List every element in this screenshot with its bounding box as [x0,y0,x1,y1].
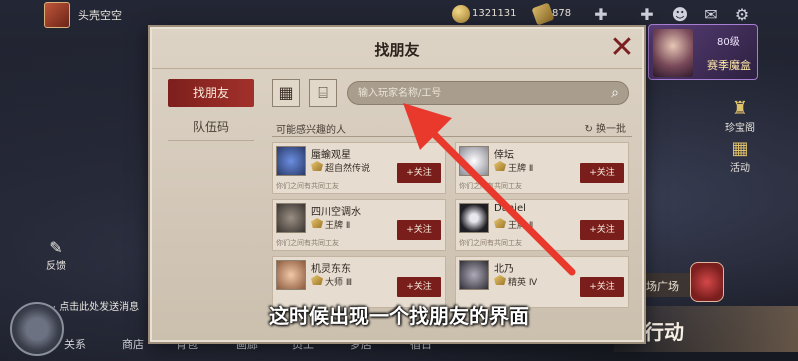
refresh-button[interactable]: ↻ 换一批 [584,120,626,135]
friend-card: 蜃蝓观星 超自然传说 你们之间有共同工友 +关注 [272,142,446,194]
plaza-button[interactable]: 场广场 [640,273,690,297]
dialog-header: 找朋友 ✕ [152,29,642,69]
currency1-value: 1321131 [472,8,517,19]
friend-avatar[interactable] [276,146,306,176]
tab-team-code[interactable]: 队伍码 [168,113,254,141]
rank-icon [311,218,323,228]
list-header: 可能感兴趣的人 ↻ 换一批 [272,119,632,136]
gear-icon[interactable]: ⚙ [732,5,752,24]
event-label: 活动 [730,163,750,174]
feedback-label: 反馈 [46,261,66,272]
friend-mutual: 你们之间有共同工友 [459,182,522,190]
mail-icon[interactable]: ✉ [701,5,721,24]
qr-code-button[interactable]: ▦ [272,79,300,107]
season-label: 赛季魔盒 [707,59,751,72]
season-box[interactable]: 80级 赛季魔盒 [648,24,758,80]
close-icon: ✕ [609,30,635,65]
plus-icon[interactable]: ✚ [591,5,611,24]
friend-card: Daniel 王牌 Ⅱ 你们之间有共同工友 +关注 [455,199,629,251]
friend-mutual: 你们之间有共同工友 [459,239,522,247]
event-button[interactable]: ▦ 活动 [722,138,758,174]
follow-button[interactable]: +关注 [580,277,624,297]
tab-find-friend[interactable]: 找朋友 [168,79,254,107]
search-icon[interactable]: ⌕ [604,82,626,104]
search-input[interactable] [358,82,594,104]
coin-icon [452,5,470,23]
rank-icon [311,275,323,285]
friend-name: 四川空调水 [311,207,361,218]
find-friend-dialog: 找朋友 ✕ 找朋友 队伍码 ▦ ⌸ ⌕ 可能感兴趣的人 ↻ 换一批 蜃蝓观星 超… [150,27,644,342]
event-icon: ▦ [731,138,749,159]
friend-mutual: 你们之间有共同工友 [276,239,339,247]
rank-icon [494,218,506,228]
rank-icon [311,161,323,171]
dialog-tabs: 找朋友 队伍码 [168,79,254,147]
scan-button[interactable]: ⌸ [309,79,337,107]
friend-rank: 大师 Ⅲ [325,278,353,288]
friend-name: 蜃蝓观星 [311,150,351,161]
refresh-label: 换一批 [596,124,626,135]
refresh-icon: ↻ [584,124,596,135]
friend-avatar[interactable] [459,260,489,290]
follow-button[interactable]: +关注 [580,220,624,240]
search-box: ⌕ [347,81,629,105]
player-avatar[interactable] [44,2,70,28]
friend-name: 倖坛 [494,150,514,161]
friend-name: 机灵东东 [311,264,351,275]
treasure-button[interactable]: ♜ 珍宝阁 [722,98,758,134]
treasure-icon: ♜ [731,98,749,119]
mask-icon[interactable] [690,262,724,302]
rank-icon [494,161,506,171]
dialog-title: 找朋友 [374,41,420,59]
follow-button[interactable]: +关注 [397,163,441,183]
friend-mutual: 你们之间有共同工友 [276,182,339,190]
nav-relations[interactable]: 关系 [64,336,86,352]
friend-rank: 精英 Ⅳ [508,278,538,288]
friend-rank: 王牌 Ⅱ [508,164,534,174]
friend-name: 北乃 [494,264,514,275]
friend-avatar[interactable] [459,203,489,233]
friend-rank: 王牌 Ⅱ [508,221,534,231]
scan-icon: ⌸ [318,83,328,102]
video-subtitle: 这时候出现一个找朋友的界面 [269,304,529,328]
follow-button[interactable]: +关注 [580,163,624,183]
nav-shop[interactable]: 商店 [122,336,144,352]
qr-code-icon: ▦ [278,83,294,102]
list-title: 可能感兴趣的人 [276,125,346,136]
rank-icon [494,275,506,285]
friend-card: 四川空调水 王牌 Ⅱ 你们之间有共同工友 +关注 [272,199,446,251]
season-level: 80级 [717,37,740,48]
friend-avatar[interactable] [276,260,306,290]
close-button[interactable]: ✕ [606,33,638,65]
currency2-value: 878 [552,8,572,19]
player-nickname: 头壳空空 [78,9,122,22]
friend-name: Daniel [494,203,526,214]
friend-rank: 超自然传说 [325,164,371,174]
friend-avatar[interactable] [459,146,489,176]
follow-button[interactable]: +关注 [397,220,441,240]
treasure-label: 珍宝阁 [725,123,755,134]
divider [272,136,632,137]
feedback-icon: ✎ [49,238,63,257]
friend-rank: 王牌 Ⅱ [325,221,351,231]
feedback-button[interactable]: ✎ 反馈 [44,238,68,272]
season-portrait [653,29,693,77]
gamepad-icon[interactable]: ✚ [637,5,657,24]
friend-card: 倖坛 王牌 Ⅱ 你们之间有共同工友 +关注 [455,142,629,194]
follow-button[interactable]: +关注 [397,277,441,297]
friend-avatar[interactable] [276,203,306,233]
add-friend-icon[interactable]: ☻ [670,5,690,24]
